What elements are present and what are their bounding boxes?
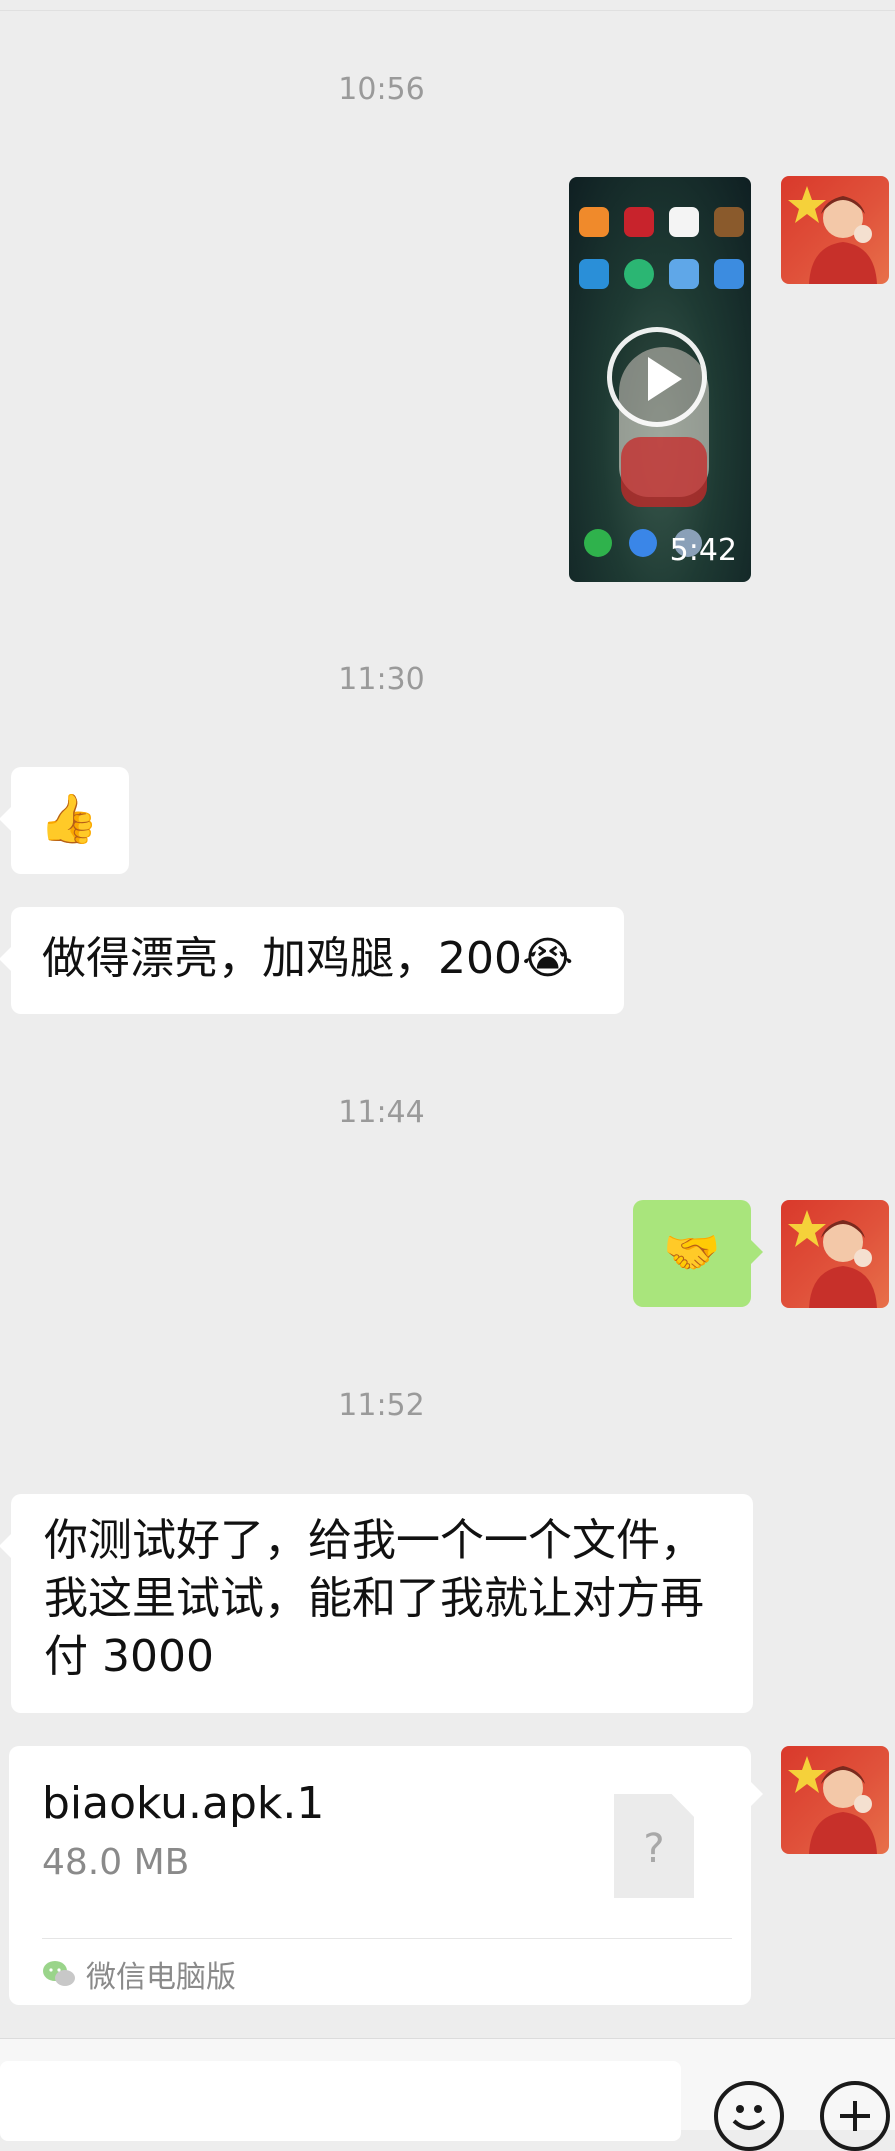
sent-message[interactable]: 🤝 [633,1200,763,1307]
avatar[interactable] [781,176,889,284]
input-bar [0,2038,895,2151]
file-size: 48.0 MB [42,1842,190,1883]
timestamp: 11:30 [338,662,425,697]
plus-icon[interactable] [820,2081,890,2151]
divider [42,1938,732,1939]
file-unknown-icon: ? [614,1794,694,1898]
avatar[interactable] [781,1746,889,1854]
emoji-icon[interactable] [714,2081,784,2151]
received-message[interactable]: 做得漂亮，加鸡腿，200😭 [0,907,624,1014]
top-divider [0,10,895,11]
file-source-label: 微信电脑版 [86,1960,236,1995]
play-icon[interactable] [607,327,707,427]
received-message[interactable]: 👍 [0,767,129,874]
message-text: 你测试好了，给我一个一个文件，我这里试试，能和了我就让对方再付 3000 [44,1515,704,1682]
wechat-pc-icon [43,1961,75,1986]
video-duration: 5:42 [669,533,737,568]
timestamp: 10:56 [338,72,425,107]
message-input[interactable] [0,2061,681,2141]
timestamp: 11:44 [338,1095,425,1130]
avatar[interactable] [781,1200,889,1308]
timestamp: 11:52 [338,1388,425,1423]
file-name: biaoku.apk.1 [42,1778,325,1829]
message-text: 做得漂亮，加鸡腿，200😭 [42,933,574,984]
thumbs-up-emoji: 👍 [39,791,99,847]
file-source: 微信电脑版 [42,1954,236,1995]
received-message[interactable]: 你测试好了，给我一个一个文件，我这里试试，能和了我就让对方再付 3000 [0,1494,753,1713]
file-message[interactable]: biaoku.apk.1 48.0 MB ? 微信电脑版 [9,1746,763,2005]
video-message[interactable]: 5:42 [569,177,751,582]
handshake-emoji: 🤝 [663,1225,721,1279]
